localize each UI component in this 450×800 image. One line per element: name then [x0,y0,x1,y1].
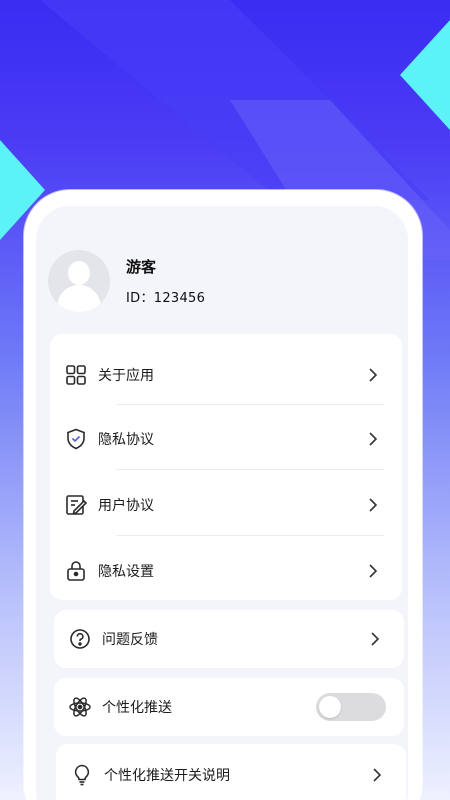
menu-item-about-app[interactable]: 关于应用 [50,342,402,408]
chevron-right-icon [371,632,380,646]
toggle-knob [319,696,341,718]
chevron-right-icon [369,564,378,578]
question-circle-icon [70,629,90,649]
menu-item-privacy-settings[interactable]: 隐私设置 [50,538,402,604]
menu-item-label: 隐私协议 [98,432,154,448]
atom-icon [69,697,91,717]
lock-icon [67,561,85,581]
profile-header: 游客 ID：123456 [48,250,205,312]
menu-card-push: 个性化推送 [54,678,404,736]
user-id: ID：123456 [126,291,206,306]
menu-item-push-info[interactable]: 个性化推送开关说明 [56,742,406,800]
menu-item-label: 个性化推送 [102,700,172,716]
menu-card-main: 关于应用 隐私协议 用户协议 隐私设置 [50,334,402,600]
chevron-right-icon [373,768,382,782]
lightbulb-icon [74,764,90,786]
menu-item-personalized-push: 个性化推送 [54,674,404,740]
chevron-right-icon [369,498,378,512]
menu-item-label: 个性化推送开关说明 [104,768,230,784]
chevron-right-icon [369,368,378,382]
menu-item-user-agreement[interactable]: 用户协议 [50,472,402,538]
menu-item-label: 问题反馈 [102,632,158,648]
document-pen-icon [66,495,88,515]
avatar-head [68,261,90,285]
menu-item-feedback[interactable]: 问题反馈 [54,606,404,672]
divider [116,535,384,536]
menu-item-privacy-policy[interactable]: 隐私协议 [50,406,402,472]
shield-check-icon [67,428,85,450]
menu-item-label: 关于应用 [98,368,154,384]
profile-text: 游客 ID：123456 [126,256,205,306]
menu-card-feedback: 问题反馈 [54,610,404,668]
avatar-body [57,285,101,312]
grid-apps-icon [66,365,86,385]
menu-item-label: 用户协议 [98,498,154,514]
menu-card-push-info: 个性化推送开关说明 [56,744,406,800]
push-toggle[interactable] [316,693,386,721]
divider [116,404,384,405]
chevron-right-icon [369,432,378,446]
username: 游客 [126,258,157,276]
menu-item-label: 隐私设置 [98,564,154,580]
avatar[interactable] [48,250,110,312]
divider [116,469,384,470]
